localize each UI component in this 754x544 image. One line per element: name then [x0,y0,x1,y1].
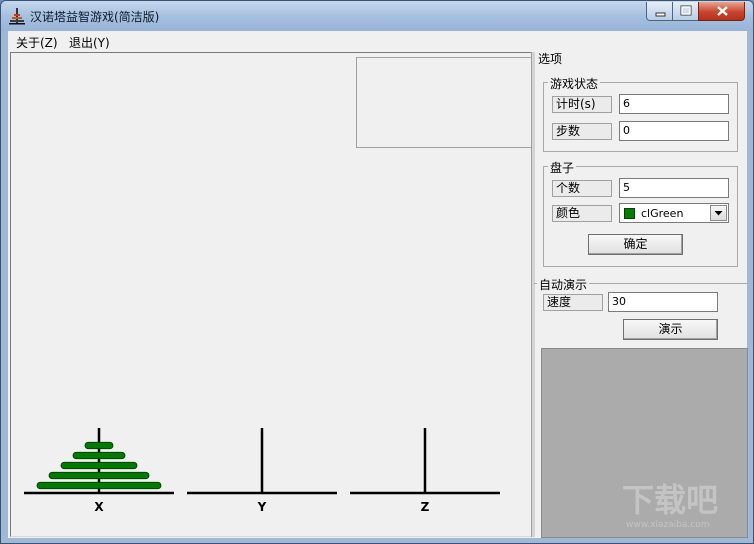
demo-group-title: 自动演示 [537,276,590,293]
status-group-title: 游戏状态 [548,75,601,92]
game-board[interactable]: X Y Z [10,52,534,537]
watermark-logo: 下载吧 www.xiazaiba.com [622,481,718,530]
confirm-button[interactable]: 确定 [588,234,683,255]
maximize-button[interactable] [672,2,699,21]
hanoi-canvas[interactable]: X Y Z [11,53,531,536]
disk[interactable] [48,471,150,480]
menu-about[interactable]: 关于(Z) [14,34,60,51]
disk[interactable] [84,441,114,450]
color-swatch [624,208,635,219]
speed-field[interactable]: 30 [608,292,718,312]
watermark-url: www.xiazaiba.com [626,520,710,530]
menu-bar: 关于(Z) 退出(Y) [8,31,747,51]
window-title: 汉诺塔益智游戏(简洁版) [30,10,160,24]
color-select-dropdown[interactable] [710,205,727,221]
title-bar: 汉诺塔益智游戏(简洁版) [1,1,753,31]
watermark-text: 下载吧 [622,481,718,519]
menu-exit[interactable]: 退出(Y) [67,34,112,51]
demo-button[interactable]: 演示 [623,319,718,340]
timer-field[interactable]: 6 [619,94,729,114]
disk[interactable] [60,461,138,470]
color-label: 颜色 [552,205,612,222]
color-select-value: clGreen [641,207,684,220]
disks-group: 盘子 个数 5 颜色 clGreen 确定 [543,159,738,267]
app-window: 汉诺塔益智游戏(简洁版) 关于(Z) 退出(Y) X Y Z 选项 游戏状态 计时(… [0,0,754,544]
preview-panel: 下载吧 www.xiazaiba.com [541,348,748,538]
demo-group: 自动演示 速度 30 演示 [534,276,748,347]
chevron-down-icon [714,211,723,216]
client-area: 关于(Z) 退出(Y) X Y Z 选项 游戏状态 计时(s) 6 步数 0 盘子 [8,31,748,538]
steps-field[interactable]: 0 [619,121,729,141]
status-group: 游戏状态 计时(s) 6 步数 0 [543,75,738,152]
count-label: 个数 [552,180,612,197]
peg-label-z: Z [421,500,430,514]
maximize-icon [680,5,692,16]
peg-label-x: X [94,500,104,514]
color-select[interactable]: clGreen [619,203,729,223]
minimize-icon [655,12,666,17]
timer-label: 计时(s) [552,96,612,113]
disks-group-title: 盘子 [548,159,577,176]
count-field[interactable]: 5 [619,178,729,198]
close-button[interactable] [698,2,745,21]
steps-label: 步数 [552,123,612,140]
disk[interactable] [72,451,126,460]
peg-label-y: Y [257,500,267,514]
tower-app-icon [9,8,25,25]
options-title: 选项 [537,50,565,67]
speed-label: 速度 [543,294,603,311]
close-icon [717,6,728,16]
minimize-button[interactable] [646,2,673,21]
options-panel: 选项 游戏状态 计时(s) 6 步数 0 盘子 个数 5 颜色 clGreen [534,50,748,538]
disk[interactable] [36,481,162,490]
